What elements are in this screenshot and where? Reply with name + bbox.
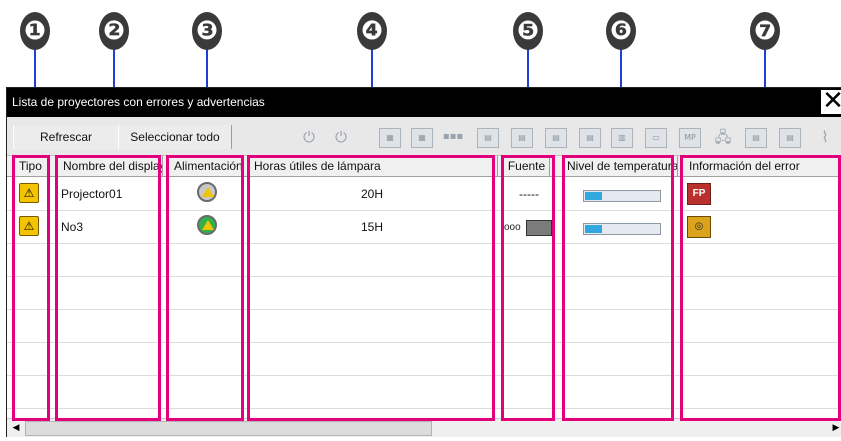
highlight-power-column	[166, 155, 244, 421]
network-icon[interactable]: 🖧	[711, 125, 735, 149]
source-icon-6[interactable]: ▤	[545, 128, 567, 148]
scrollbar-thumb[interactable]	[25, 421, 432, 436]
highlight-error-info-column	[680, 155, 841, 421]
source-icon-5[interactable]: ▤	[511, 128, 533, 148]
scroll-left-icon[interactable]: ◀	[9, 421, 23, 435]
source-icon-11[interactable]: ▤	[779, 128, 801, 148]
source-icon-3[interactable]: ▪▪▪	[441, 125, 465, 149]
callout-6: ❻	[606, 12, 636, 50]
callout-1: ❶	[20, 12, 50, 50]
callout-5: ❺	[513, 12, 543, 50]
highlight-temperature-column	[562, 155, 674, 421]
source-icon-10[interactable]: ▤	[745, 128, 767, 148]
callout-4: ❹	[357, 12, 387, 50]
highlight-lamp-hours-column	[247, 155, 495, 421]
highlight-type-column	[12, 155, 50, 421]
close-icon[interactable]: ✕	[821, 88, 841, 114]
highlight-display-name-column	[55, 155, 161, 421]
window-title: Lista de proyectores con errores y adver…	[12, 95, 265, 109]
scroll-right-icon[interactable]: ▶	[829, 421, 841, 435]
wireless-icon[interactable]: ⌇	[813, 125, 837, 149]
select-all-button[interactable]: Seleccionar todo	[118, 125, 232, 149]
source-icon-1[interactable]: ▦	[379, 128, 401, 148]
toolbar: Refrescar Seleccionar todo ⏻ ⏻ ▦ ▦ ▪▪▪ ▤…	[7, 117, 841, 156]
source-icon-7[interactable]: ▤	[579, 128, 601, 148]
source-icon-4[interactable]: ▤	[477, 128, 499, 148]
source-icon-9[interactable]: ▭	[645, 128, 667, 148]
refresh-button[interactable]: Refrescar	[13, 125, 119, 149]
power-on-icon[interactable]: ⏻	[297, 125, 321, 149]
power-off-icon[interactable]: ⏻	[329, 125, 353, 149]
source-icon-8[interactable]: ▥	[611, 128, 633, 148]
mp-icon[interactable]: MP	[679, 128, 701, 148]
callout-3: ❸	[192, 12, 222, 50]
highlight-source-column	[501, 155, 555, 421]
callout-2: ❷	[99, 12, 129, 50]
source-icon-2[interactable]: ▦	[411, 128, 433, 148]
callout-7: ❼	[750, 12, 780, 50]
title-bar: Lista de proyectores con errores y adver…	[7, 88, 841, 117]
